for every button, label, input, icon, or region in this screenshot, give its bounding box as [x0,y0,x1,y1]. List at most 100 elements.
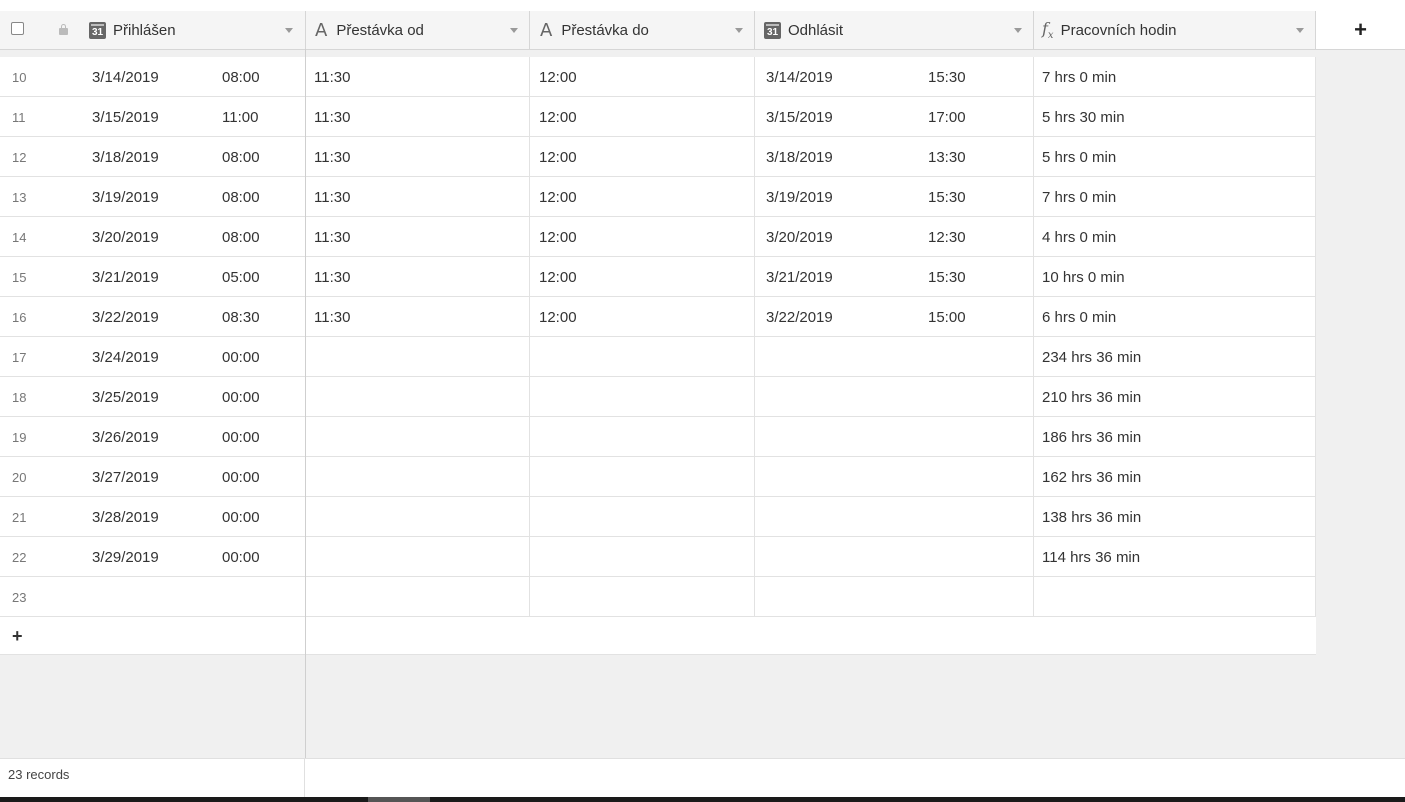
cell-login-date[interactable]: 3/27/2019 [92,457,159,497]
cell-break-from[interactable]: 11:30 [314,297,350,337]
cell-working-hours[interactable]: 10 hrs 0 min [1042,257,1125,297]
cell-working-hours[interactable]: 7 hrs 0 min [1042,57,1116,97]
cell-login-date[interactable]: 3/28/2019 [92,497,159,537]
column-header-pracovnich-hodin[interactable]: fx Pracovních hodin [1042,11,1292,49]
cell-logout-time[interactable]: 15:00 [928,297,966,337]
cell-login-time[interactable]: 00:00 [222,497,260,537]
cell-break-to[interactable]: 12:00 [539,217,577,257]
cell-break-to[interactable]: 12:00 [539,257,577,297]
table-row[interactable]: 23 [0,577,1316,617]
table-row[interactable]: 19 3/26/2019 00:00 186 hrs 36 min [0,417,1316,457]
cell-working-hours[interactable]: 210 hrs 36 min [1042,377,1141,417]
cell-logout-date[interactable]: 3/19/2019 [766,177,833,217]
chevron-down-icon[interactable] [1296,11,1304,49]
cell-logout-date[interactable]: 3/18/2019 [766,137,833,177]
cell-break-from[interactable]: 11:30 [314,57,350,97]
cell-login-time[interactable]: 05:00 [222,257,260,297]
cell-working-hours[interactable]: 7 hrs 0 min [1042,177,1116,217]
cell-login-time[interactable]: 08:00 [222,177,260,217]
cell-break-to[interactable]: 12:00 [539,97,577,137]
cell-login-date[interactable]: 3/25/2019 [92,377,159,417]
add-record-row[interactable]: + [0,617,1316,655]
table-row[interactable]: 13 3/19/2019 08:00 11:30 12:00 3/19/2019 15:30… [0,177,1316,217]
cell-break-to[interactable]: 12:00 [539,57,577,97]
cell-working-hours[interactable]: 114 hrs 36 min [1042,537,1140,577]
row-number: 16 [12,309,27,325]
cell-login-date[interactable]: 3/21/2019 [92,257,159,297]
cell-login-date[interactable]: 3/14/2019 [92,57,159,97]
cell-working-hours[interactable]: 4 hrs 0 min [1042,217,1116,257]
cell-logout-time[interactable]: 15:30 [928,177,966,217]
cell-login-time[interactable]: 08:00 [222,57,260,97]
table-row[interactable]: 12 3/18/2019 08:00 11:30 12:00 3/18/2019 13:30… [0,137,1316,177]
cell-login-date[interactable]: 3/15/2019 [92,97,159,137]
select-all-checkbox[interactable] [11,22,24,35]
cell-logout-time[interactable]: 15:30 [928,57,966,97]
cell-logout-time[interactable]: 12:30 [928,217,966,257]
cell-logout-time[interactable]: 13:30 [928,137,966,177]
horizontal-scrollbar[interactable] [0,797,1405,802]
cell-login-time[interactable]: 08:00 [222,217,260,257]
table-row[interactable]: 18 3/25/2019 00:00 210 hrs 36 min [0,377,1316,417]
cell-login-time[interactable]: 08:30 [222,297,260,337]
cell-working-hours[interactable]: 6 hrs 0 min [1042,297,1116,337]
cell-working-hours[interactable]: 138 hrs 36 min [1042,497,1141,537]
cell-login-date[interactable]: 3/29/2019 [92,537,159,577]
cell-logout-date[interactable]: 3/15/2019 [766,97,833,137]
cell-login-time[interactable]: 00:00 [222,457,260,497]
cell-logout-time[interactable]: 15:30 [928,257,966,297]
cell-break-from[interactable]: 11:30 [314,257,350,297]
column-header-odhlasit[interactable]: 31 Odhlásit [764,11,1014,49]
cell-break-from[interactable]: 11:30 [314,137,350,177]
cell-login-date[interactable]: 3/24/2019 [92,337,159,377]
table-row[interactable]: 15 3/21/2019 05:00 11:30 12:00 3/21/2019 15:30… [0,257,1316,297]
cell-login-date[interactable]: 3/18/2019 [92,137,159,177]
cell-working-hours[interactable]: 5 hrs 0 min [1042,137,1116,177]
cell-logout-date[interactable]: 3/20/2019 [766,217,833,257]
cell-logout-date[interactable]: 3/14/2019 [766,57,833,97]
cell-login-time[interactable]: 00:00 [222,417,260,457]
cell-break-from[interactable]: 11:30 [314,217,350,257]
cell-working-hours[interactable]: 5 hrs 30 min [1042,97,1125,137]
table-row[interactable]: 14 3/20/2019 08:00 11:30 12:00 3/20/2019 12:30… [0,217,1316,257]
table-row[interactable]: 11 3/15/2019 11:00 11:30 12:00 3/15/2019 17:00… [0,97,1316,137]
cell-login-date[interactable]: 3/20/2019 [92,217,159,257]
row-number: 12 [12,149,27,165]
cell-working-hours[interactable]: 234 hrs 36 min [1042,337,1141,377]
column-header-prestavka-do[interactable]: A Přestávka do [540,11,730,49]
cell-login-date[interactable]: 3/26/2019 [92,417,159,457]
cell-logout-date[interactable]: 3/21/2019 [766,257,833,297]
cell-working-hours[interactable]: 186 hrs 36 min [1042,417,1141,457]
cell-login-date[interactable]: 3/22/2019 [92,297,159,337]
cell-login-time[interactable]: 11:00 [222,97,258,137]
cell-login-date[interactable]: 3/19/2019 [92,177,159,217]
table-row[interactable]: 22 3/29/2019 00:00 114 hrs 36 min [0,537,1316,577]
chevron-down-icon[interactable] [735,11,743,49]
table-row[interactable]: 20 3/27/2019 00:00 162 hrs 36 min [0,457,1316,497]
cell-logout-date[interactable]: 3/22/2019 [766,297,833,337]
table-row[interactable]: 10 3/14/2019 08:00 11:30 12:00 3/14/2019 15:30… [0,57,1316,97]
cell-working-hours[interactable]: 162 hrs 36 min [1042,457,1141,497]
table-row[interactable]: 17 3/24/2019 00:00 234 hrs 36 min [0,337,1316,377]
cell-break-to[interactable]: 12:00 [539,177,577,217]
cell-login-time[interactable]: 08:00 [222,137,260,177]
chevron-down-icon[interactable] [285,11,293,49]
cell-break-from[interactable]: 11:30 [314,177,350,217]
add-record-button[interactable]: + [12,617,23,655]
cell-login-time[interactable]: 00:00 [222,337,260,377]
cell-break-to[interactable]: 12:00 [539,297,577,337]
column-header-prihlasen[interactable]: 31 Přihlášen [89,11,289,49]
cell-logout-time[interactable]: 17:00 [928,97,966,137]
cell-break-to[interactable]: 12:00 [539,137,577,177]
table-row[interactable]: 21 3/28/2019 00:00 138 hrs 36 min [0,497,1316,537]
cell-break-from[interactable]: 11:30 [314,97,350,137]
table-row[interactable]: 16 3/22/2019 08:30 11:30 12:00 3/22/2019 15:00… [0,297,1316,337]
cell-login-time[interactable]: 00:00 [222,377,260,417]
record-count: 23 records [8,766,70,782]
scrollbar-thumb[interactable] [368,797,430,802]
column-header-prestavka-od[interactable]: A Přestávka od [315,11,505,49]
chevron-down-icon[interactable] [510,11,518,49]
cell-login-time[interactable]: 00:00 [222,537,260,577]
chevron-down-icon[interactable] [1014,11,1022,49]
add-field-button[interactable]: + [1316,11,1405,49]
